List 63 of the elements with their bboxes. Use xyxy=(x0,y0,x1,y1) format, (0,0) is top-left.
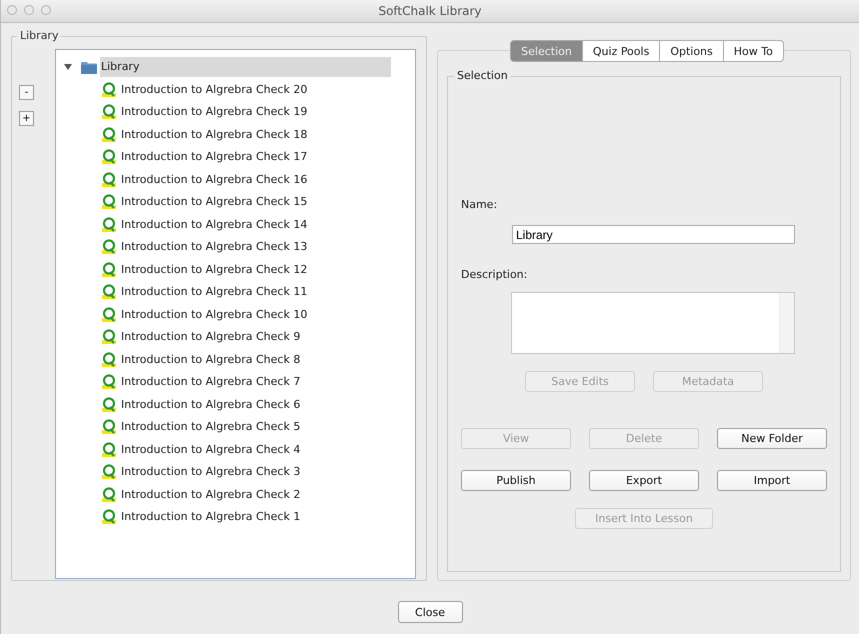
action-button[interactable]: Publish xyxy=(461,470,571,491)
name-field[interactable]: Library xyxy=(512,225,795,244)
quiz-icon xyxy=(102,419,116,434)
quiz-icon xyxy=(102,104,116,120)
description-label: Description: xyxy=(461,268,528,281)
tree-item[interactable]: Introduction to Algrebra Check 2 xyxy=(121,488,300,501)
quiz-icon xyxy=(102,396,116,412)
quiz-icon xyxy=(102,126,116,142)
tree-item[interactable]: Introduction to Algrebra Check 15 xyxy=(121,195,308,208)
tree-item[interactable]: Introduction to Algrebra Check 10 xyxy=(121,308,308,321)
tree-item[interactable]: Introduction to Algrebra Check 8 xyxy=(121,352,300,366)
tree-item[interactable]: Introduction to Algrebra Check 14 xyxy=(121,218,308,231)
tree-item[interactable]: Introduction to Algrebra Check 11 xyxy=(121,285,308,298)
group-title: Selection xyxy=(454,69,511,82)
close-window-icon[interactable] xyxy=(7,5,17,15)
tree-item[interactable]: Introduction to Algrebra Check 9 xyxy=(121,330,300,344)
expand-triangle-icon[interactable] xyxy=(64,63,72,71)
quiz-icon xyxy=(102,216,116,232)
quiz-icon xyxy=(102,352,116,367)
tree-item[interactable]: Introduction to Algrebra Check 1 xyxy=(121,510,300,524)
window-title: SoftChalk Library xyxy=(378,4,482,18)
collapse-button[interactable]: - xyxy=(19,85,34,100)
expand-button[interactable]: + xyxy=(19,111,34,126)
quiz-icon xyxy=(102,374,116,390)
tree-item[interactable]: Introduction to Algrebra Check 18 xyxy=(121,128,308,141)
tree-item[interactable]: Introduction to Algrebra Check 5 xyxy=(121,420,300,434)
quiz-icon xyxy=(102,239,116,254)
quiz-icon xyxy=(102,329,116,344)
quiz-icon xyxy=(102,172,116,187)
tree-item[interactable]: Introduction to Algrebra Check 4 xyxy=(121,442,300,456)
tree-item[interactable]: Introduction to Algrebra Check 19 xyxy=(121,105,308,118)
close-button[interactable]: Close xyxy=(398,601,462,623)
tree-item[interactable]: Library xyxy=(100,57,391,77)
minimize-window-icon[interactable] xyxy=(24,5,34,15)
description-field[interactable] xyxy=(511,292,795,354)
tree-item[interactable]: Introduction to Algrebra Check 7 xyxy=(121,375,300,388)
tab[interactable]: How To xyxy=(724,40,784,62)
tree-item[interactable]: Introduction to Algrebra Check 13 xyxy=(121,240,308,254)
tree-item[interactable]: Introduction to Algrebra Check 3 xyxy=(121,465,300,478)
quiz-icon xyxy=(102,194,116,210)
quiz-icon xyxy=(102,509,116,524)
tab[interactable]: Quiz Pools xyxy=(582,40,660,62)
action-button[interactable]: Import xyxy=(717,470,827,491)
action-button[interactable]: New Folder xyxy=(717,428,827,449)
quiz-icon xyxy=(102,306,116,322)
tree-item[interactable]: Introduction to Algrebra Check 16 xyxy=(121,172,308,186)
tab[interactable]: Options xyxy=(660,40,724,62)
quiz-icon xyxy=(102,149,116,164)
zoom-window-icon[interactable] xyxy=(41,5,51,15)
action-button[interactable]: Export xyxy=(589,470,699,491)
tree-item[interactable]: Introduction to Algrebra Check 12 xyxy=(121,262,308,276)
folder-icon xyxy=(81,60,97,74)
quiz-icon xyxy=(102,442,116,457)
tree-item[interactable]: Introduction to Algrebra Check 20 xyxy=(121,82,308,96)
quiz-icon xyxy=(102,262,116,277)
quiz-icon xyxy=(102,486,116,502)
group-title: Library xyxy=(17,29,62,42)
tree-item[interactable]: Introduction to Algrebra Check 6 xyxy=(121,398,300,411)
name-label: Name: xyxy=(461,198,498,211)
quiz-icon xyxy=(102,284,116,300)
quiz-icon xyxy=(102,82,116,97)
tree-item[interactable]: Introduction to Algrebra Check 17 xyxy=(121,150,308,164)
quiz-icon xyxy=(102,464,116,480)
